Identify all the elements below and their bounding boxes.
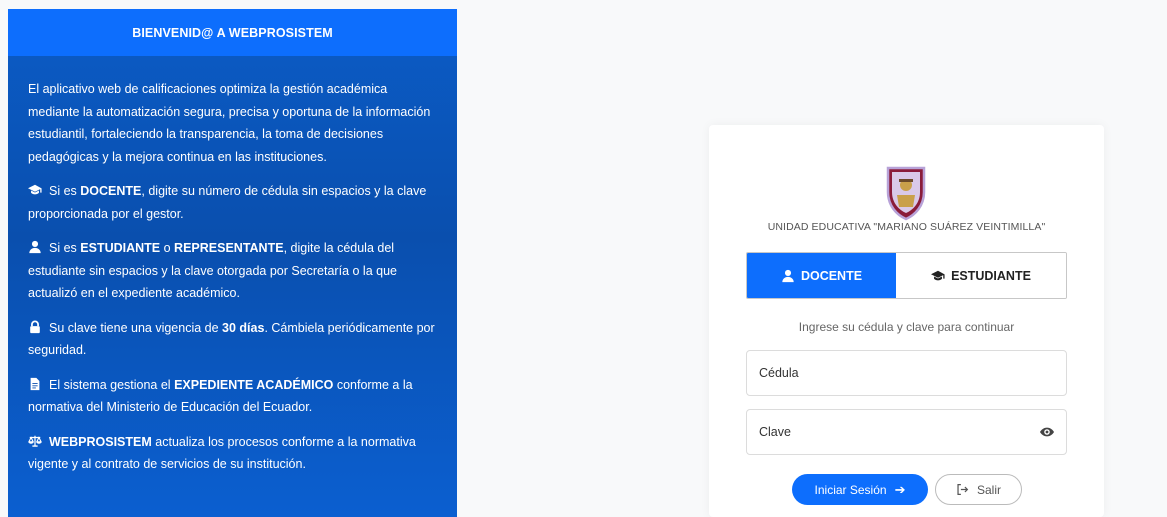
- expediente-info: El sistema gestiona el EXPEDIENTE ACADÉM…: [28, 377, 413, 414]
- welcome-intro: El aplicativo web de calificaciones opti…: [28, 82, 431, 164]
- tab-docente[interactable]: DOCENTE: [747, 253, 896, 298]
- arrow-right-icon: ➔: [894, 481, 906, 497]
- user-icon: [28, 240, 42, 254]
- welcome-panel: BIENVENID@ A WEBPROSISTEM El aplicativo …: [8, 9, 457, 517]
- sign-out-icon: [956, 483, 969, 496]
- exit-button[interactable]: Salir: [935, 474, 1022, 505]
- docente-instructions: Si es DOCENTE, digite su número de cédul…: [28, 183, 427, 221]
- graduation-cap-icon: [28, 183, 42, 197]
- clave-vigencia-info: Su clave tiene una vigencia de 30 días. …: [28, 320, 435, 357]
- school-name: UNIDAD EDUCATIVA "MARIANO SUÁREZ VEINTIM…: [767, 221, 1046, 233]
- balance-scale-icon: [28, 434, 42, 448]
- estudiante-instructions: Si es ESTUDIANTE o REPRESENTANTE, digite…: [28, 240, 397, 300]
- lock-icon: [28, 320, 42, 334]
- login-button[interactable]: Iniciar Sesión ➔: [792, 474, 928, 505]
- clave-input[interactable]: [759, 425, 1040, 439]
- user-icon: [781, 269, 795, 283]
- eye-icon[interactable]: [1040, 425, 1054, 439]
- role-tabs: DOCENTE ESTUDIANTE: [746, 252, 1067, 299]
- school-crest-logo: [886, 166, 926, 221]
- tab-estudiante[interactable]: ESTUDIANTE: [896, 253, 1066, 298]
- login-card: UNIDAD EDUCATIVA "MARIANO SUÁREZ VEINTIM…: [709, 125, 1104, 517]
- login-button-label: Iniciar Sesión: [814, 482, 887, 497]
- tab-docente-label: DOCENTE: [800, 268, 863, 283]
- welcome-title: BIENVENID@ A WEBPROSISTEM: [8, 9, 457, 56]
- clave-field-wrapper: [746, 409, 1067, 455]
- file-icon: [28, 377, 42, 391]
- normativa-info: WEBPROSISTEM actualiza los procesos conf…: [28, 434, 416, 471]
- cedula-field-wrapper: [746, 350, 1067, 396]
- tab-estudiante-label: ESTUDIANTE: [951, 268, 1031, 283]
- welcome-body: El aplicativo web de calificaciones opti…: [8, 56, 457, 476]
- exit-button-label: Salir: [976, 482, 1001, 497]
- graduation-cap-icon: [931, 269, 945, 283]
- cedula-input[interactable]: [759, 366, 1054, 380]
- login-hint: Ingrese su cédula y clave para continuar: [798, 320, 1015, 334]
